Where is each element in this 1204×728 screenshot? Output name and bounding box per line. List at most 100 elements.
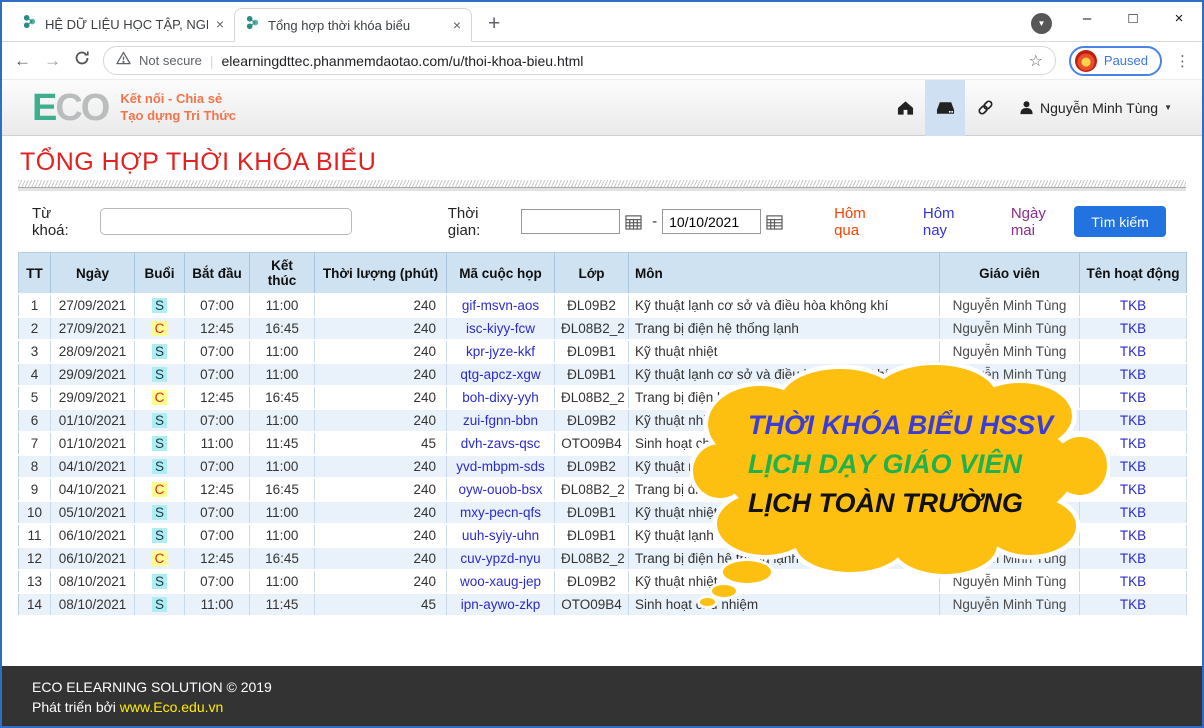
activity-link[interactable]: TKB: [1120, 321, 1146, 336]
new-tab-button[interactable]: +: [488, 13, 500, 34]
address-bar[interactable]: Not secure | elearningdttec.phanmemdaota…: [103, 46, 1056, 75]
cell-ma[interactable]: ipn-aywo-zkp: [447, 593, 555, 616]
meeting-code-link[interactable]: boh-dixy-yyh: [462, 390, 539, 405]
activity-link[interactable]: TKB: [1120, 344, 1146, 359]
tab-he-du-lieu[interactable]: HỆ DỮ LIỆU HỌC TẬP, NGHIÊN C ×: [12, 7, 234, 41]
date-to-input[interactable]: [662, 209, 761, 234]
activity-link[interactable]: TKB: [1120, 528, 1146, 543]
maximize-button[interactable]: □: [1110, 2, 1156, 34]
meeting-code-link[interactable]: isc-kiyy-fcw: [466, 321, 535, 336]
minimize-button[interactable]: –: [1064, 2, 1110, 34]
cell-lop: ĐL09B1: [555, 524, 629, 547]
cell-ma[interactable]: woo-xaug-jep: [447, 570, 555, 593]
activity-link[interactable]: TKB: [1120, 298, 1146, 313]
cell-hoat_dong[interactable]: TKB: [1080, 593, 1187, 616]
cell-ma[interactable]: qtg-apcz-xgw: [447, 363, 555, 386]
activity-link[interactable]: TKB: [1120, 367, 1146, 382]
meeting-code-link[interactable]: zui-fgnn-bbn: [463, 413, 538, 428]
cell-tt: 8: [19, 455, 51, 478]
logo-text: ECO: [32, 89, 108, 127]
col-header-mon: Môn: [629, 253, 940, 295]
meeting-code-link[interactable]: mxy-pecn-qfs: [460, 505, 541, 520]
tab-tong-hop-tkb[interactable]: Tổng hợp thời khóa biểu ×: [234, 8, 472, 42]
meeting-code-link[interactable]: cuv-ypzd-nyu: [460, 551, 540, 566]
cell-ma[interactable]: kpr-jyze-kkf: [447, 340, 555, 363]
activity-link[interactable]: TKB: [1120, 390, 1146, 405]
cell-buoi: S: [135, 455, 185, 478]
quick-link[interactable]: Ngày mai: [1011, 205, 1074, 239]
activity-link[interactable]: TKB: [1120, 505, 1146, 520]
cell-lop: ĐL08B2_2: [555, 386, 629, 409]
page-title: TỔNG HỢP THỜI KHÓA BIỂU: [20, 148, 1186, 177]
cell-tt: 5: [19, 386, 51, 409]
device-icon[interactable]: [925, 80, 965, 136]
cell-lop: ĐL08B2_2: [555, 317, 629, 340]
meeting-code-link[interactable]: yvd-mbpm-sds: [456, 459, 545, 474]
header-icon-bar: Nguyễn Minh Tùng ▼: [885, 80, 1182, 136]
cell-ma[interactable]: oyw-ouob-bsx: [447, 478, 555, 501]
security-label[interactable]: Not secure: [139, 53, 202, 68]
cell-ngay: 06/10/2021: [51, 524, 135, 547]
bookmark-star-icon[interactable]: ☆: [1029, 51, 1043, 71]
cell-mon: Trang bị điện hệ thống lạnh: [629, 317, 940, 340]
cell-hoat_dong[interactable]: TKB: [1080, 294, 1187, 317]
link-icon[interactable]: [965, 80, 1005, 136]
cell-ngay: 27/09/2021: [51, 317, 135, 340]
footer-link[interactable]: www.Eco.edu.vn: [120, 699, 224, 715]
eco-logo[interactable]: ECO Kết nối - Chia sẻ Tạo dựng Tri Thức: [32, 89, 236, 127]
omnibox-separator: |: [210, 53, 214, 69]
activity-link[interactable]: TKB: [1120, 459, 1146, 474]
cell-ket_thuc: 11:00: [250, 501, 315, 524]
activity-link[interactable]: TKB: [1120, 413, 1146, 428]
cell-ma[interactable]: yvd-mbpm-sds: [447, 455, 555, 478]
cell-ma[interactable]: gif-msvn-aos: [447, 294, 555, 317]
calendar-icon[interactable]: [766, 214, 783, 230]
close-button[interactable]: ×: [1156, 2, 1202, 34]
activity-link[interactable]: TKB: [1120, 551, 1146, 566]
media-controls-button[interactable]: ▼: [1031, 13, 1052, 34]
quick-link[interactable]: Hôm nay: [923, 205, 983, 239]
cell-ma[interactable]: isc-kiyy-fcw: [447, 317, 555, 340]
activity-link[interactable]: TKB: [1120, 482, 1146, 497]
meeting-code-link[interactable]: dvh-zavs-qsc: [461, 436, 541, 451]
meeting-code-link[interactable]: qtg-apcz-xgw: [460, 367, 540, 382]
cell-ket_thuc: 11:45: [250, 432, 315, 455]
sync-paused-badge[interactable]: Paused: [1069, 46, 1162, 76]
meeting-code-link[interactable]: gif-msvn-aos: [462, 298, 539, 313]
cell-hoat_dong[interactable]: TKB: [1080, 340, 1187, 363]
cell-thoi_luong: 240: [315, 363, 447, 386]
col-header-giao-vien: Giáo viên: [940, 253, 1080, 295]
calendar-icon[interactable]: [625, 214, 642, 230]
meeting-code-link[interactable]: kpr-jyze-kkf: [466, 344, 535, 359]
cell-ma[interactable]: boh-dixy-yyh: [447, 386, 555, 409]
quick-link[interactable]: Hôm qua: [834, 205, 895, 239]
url-text[interactable]: elearningdttec.phanmemdaotao.com/u/thoi-…: [222, 53, 1021, 69]
meeting-code-link[interactable]: woo-xaug-jep: [460, 574, 541, 589]
back-icon[interactable]: ←: [14, 52, 31, 69]
cell-ma[interactable]: uuh-syiy-uhn: [447, 524, 555, 547]
activity-link[interactable]: TKB: [1120, 574, 1146, 589]
tab-close-icon[interactable]: ×: [216, 16, 224, 32]
cell-ma[interactable]: cuv-ypzd-nyu: [447, 547, 555, 570]
cell-ngay: 29/09/2021: [51, 363, 135, 386]
search-button[interactable]: Tìm kiếm: [1074, 206, 1166, 237]
cell-ma[interactable]: zui-fgnn-bbn: [447, 409, 555, 432]
activity-link[interactable]: TKB: [1120, 597, 1146, 612]
cell-thoi_luong: 240: [315, 294, 447, 317]
tab-close-icon[interactable]: ×: [453, 17, 461, 33]
menu-kebab-icon[interactable]: ⋮: [1175, 52, 1190, 70]
cell-hoat_dong[interactable]: TKB: [1080, 317, 1187, 340]
home-icon[interactable]: [885, 80, 925, 136]
reload-icon[interactable]: [74, 50, 90, 71]
keyword-input[interactable]: [100, 208, 352, 235]
activity-link[interactable]: TKB: [1120, 436, 1146, 451]
cell-ma[interactable]: mxy-pecn-qfs: [447, 501, 555, 524]
cell-buoi: S: [135, 593, 185, 616]
meeting-code-link[interactable]: uuh-syiy-uhn: [462, 528, 539, 543]
user-menu[interactable]: Nguyễn Minh Tùng ▼: [1005, 100, 1182, 116]
cell-ma[interactable]: dvh-zavs-qsc: [447, 432, 555, 455]
meeting-code-link[interactable]: oyw-ouob-bsx: [458, 482, 542, 497]
date-from-input[interactable]: [521, 209, 620, 234]
forward-icon[interactable]: →: [44, 52, 61, 69]
meeting-code-link[interactable]: ipn-aywo-zkp: [461, 597, 541, 612]
